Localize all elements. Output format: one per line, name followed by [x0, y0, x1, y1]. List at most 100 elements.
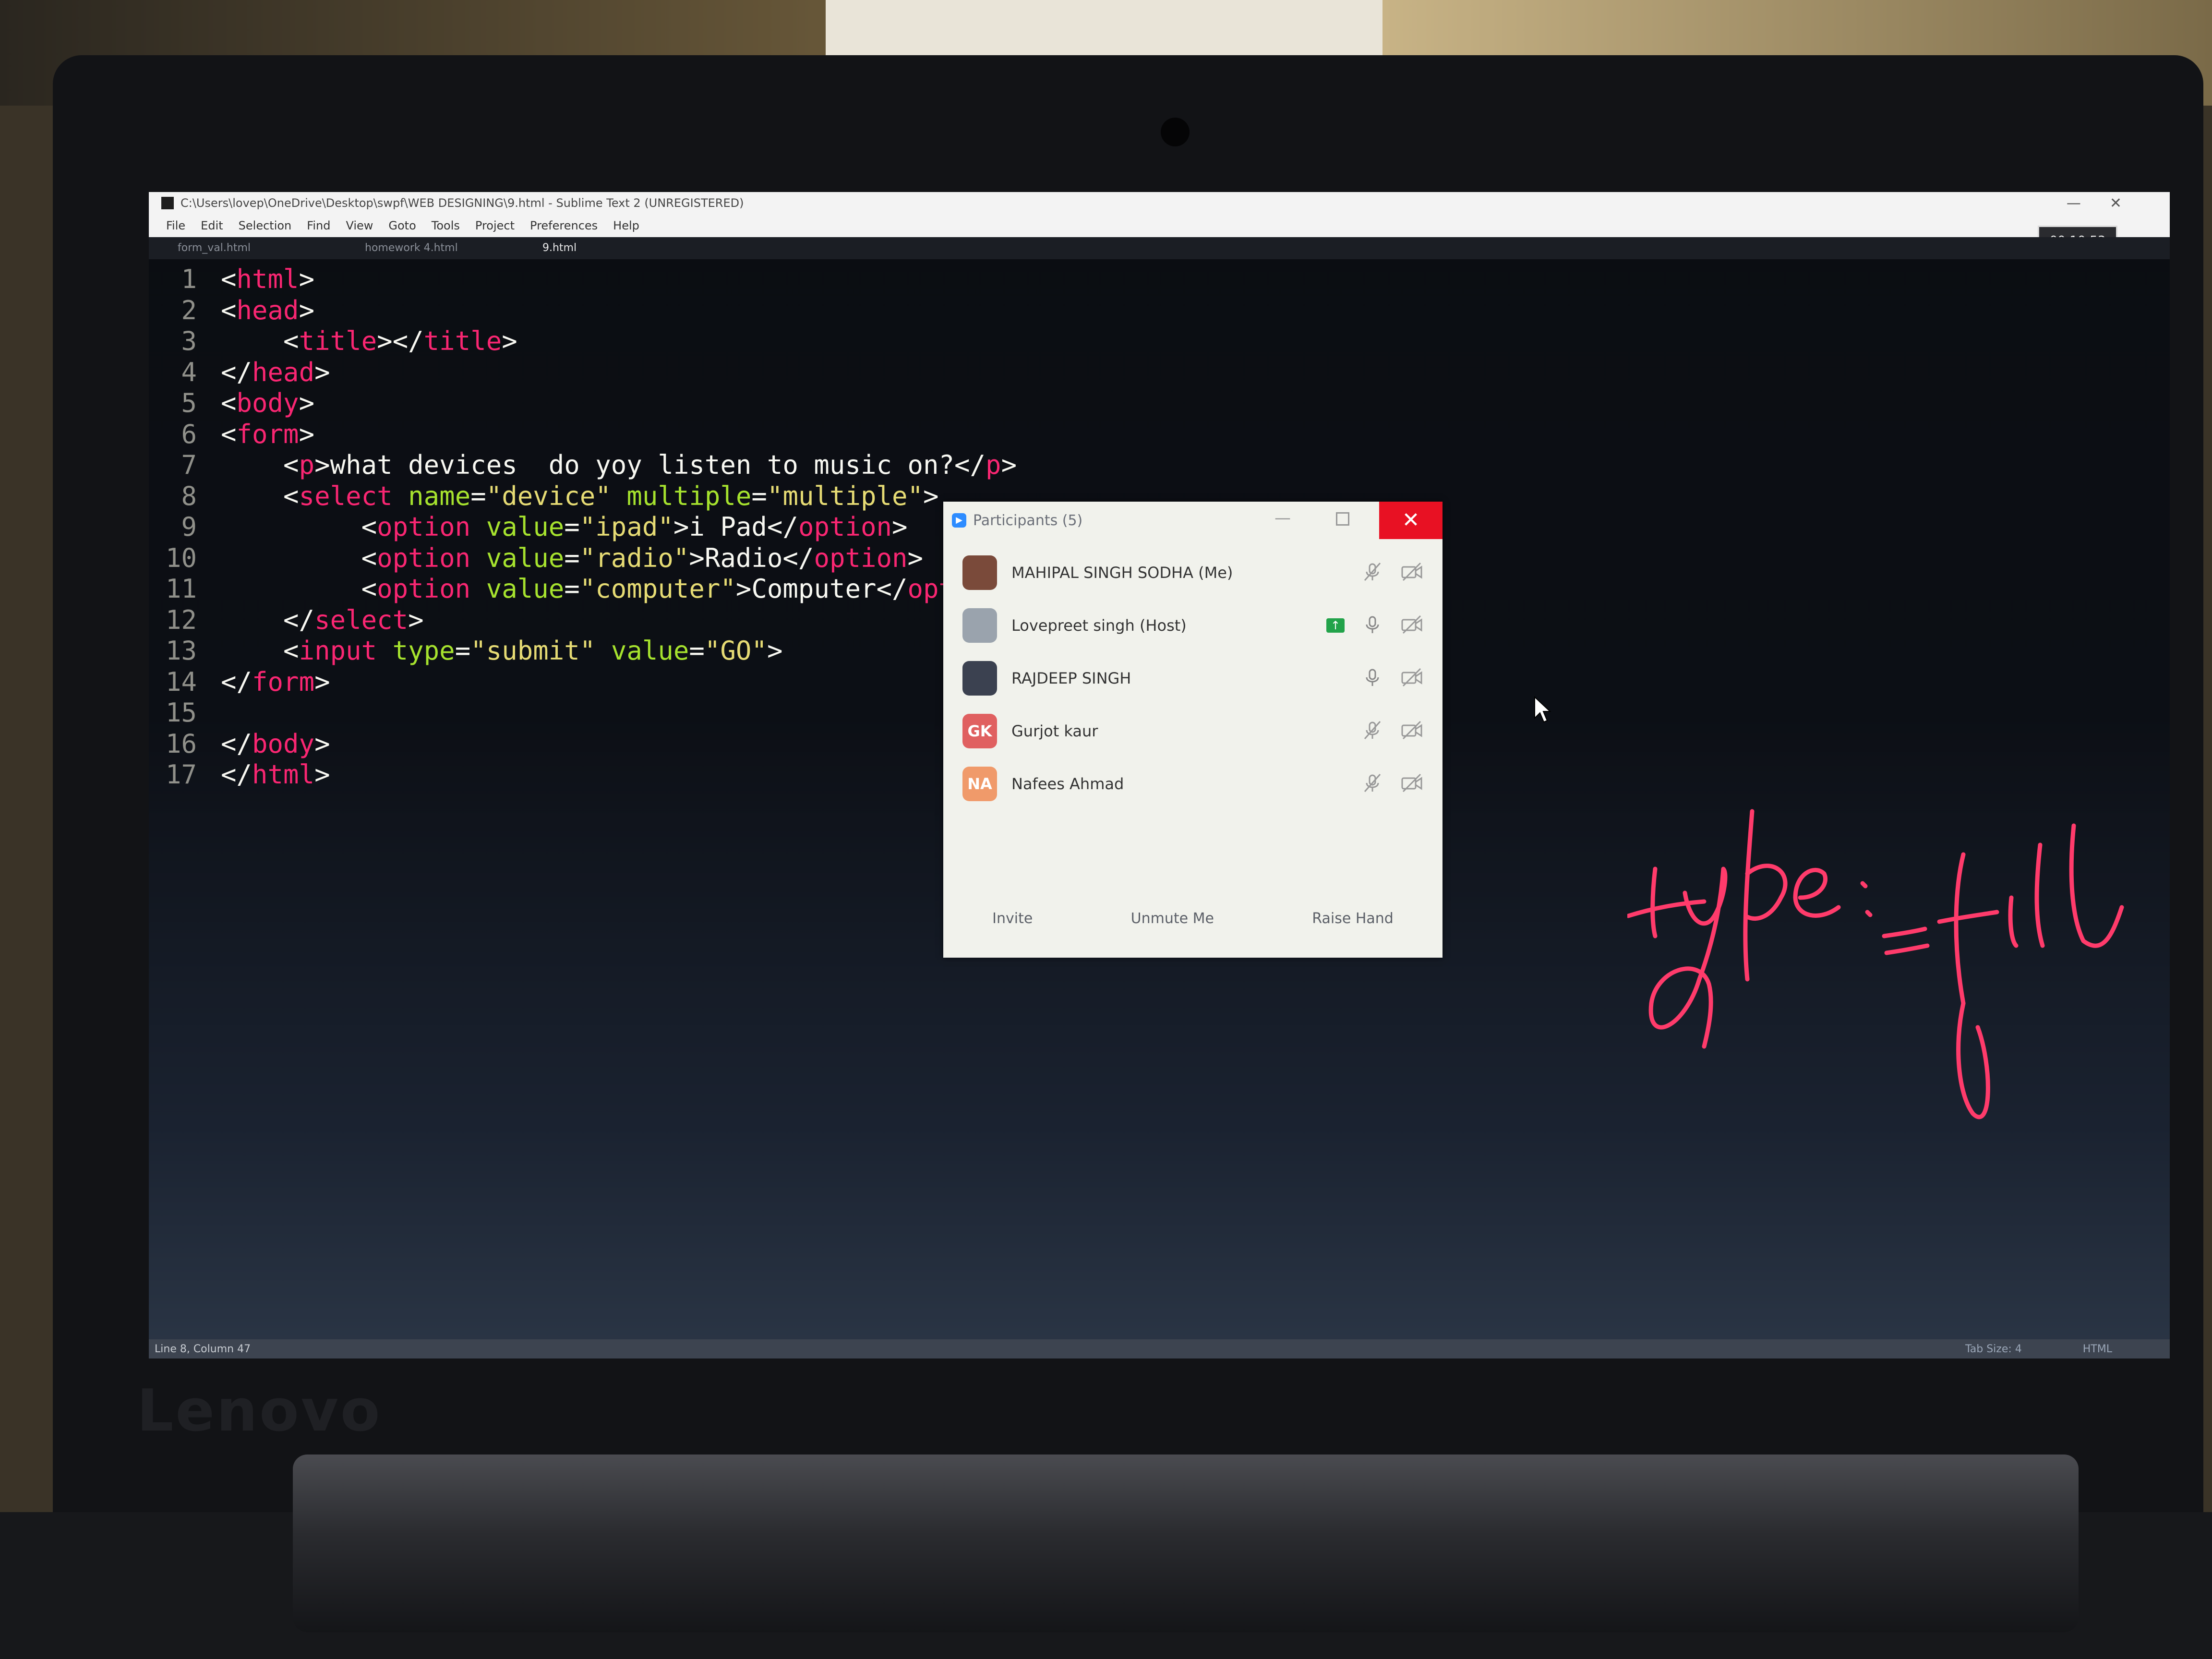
- code-token: >: [408, 604, 424, 635]
- code-line[interactable]: 13 <input type="submit" value="GO">: [149, 636, 1017, 667]
- code-token: option: [377, 574, 471, 604]
- menu-file[interactable]: File: [166, 219, 185, 232]
- code-line[interactable]: 1 <html>: [149, 264, 1017, 295]
- participant-row[interactable]: NA Nafees Ahmad: [962, 761, 1423, 807]
- menu-project[interactable]: Project: [475, 219, 515, 232]
- menu-help[interactable]: Help: [613, 219, 639, 232]
- menu-view[interactable]: View: [346, 219, 373, 232]
- code-token: >: [923, 481, 939, 511]
- code-line[interactable]: 2 <head>: [149, 295, 1017, 326]
- avatar: NA: [962, 767, 997, 801]
- video-off-icon: [1400, 561, 1423, 584]
- close-icon[interactable]: ✕: [1379, 502, 1443, 539]
- code-token: option: [798, 512, 892, 542]
- cursor-position: Line 8, Column 47: [155, 1343, 251, 1355]
- tab-9-html[interactable]: 9.html: [542, 242, 577, 254]
- close-window-icon[interactable]: ✕: [2110, 195, 2122, 212]
- participant-row[interactable]: RAJDEEP SINGH: [962, 655, 1423, 701]
- tab-form-val[interactable]: form_val.html: [178, 242, 251, 254]
- line-number: 5: [181, 388, 197, 418]
- code-line[interactable]: 16 </body>: [149, 729, 1017, 760]
- menu-bar: File Edit Selection Find View Goto Tools…: [149, 214, 2170, 237]
- code-token: </: [221, 728, 252, 759]
- laptop-screen: C:\Users\lovep\OneDrive\Desktop\swpf\WEB…: [149, 192, 2170, 1358]
- participant-row[interactable]: Lovepreet singh (Host) ↑: [962, 602, 1423, 649]
- code-token: form: [236, 419, 299, 449]
- code-token: >: [892, 512, 908, 542]
- code-line[interactable]: 6 <form>: [149, 419, 1017, 450]
- participant-row[interactable]: GK Gurjot kaur: [962, 708, 1423, 754]
- video-off-icon: [1400, 614, 1423, 637]
- code-line[interactable]: 7 <p>what devices do yoy listen to music…: [149, 450, 1017, 481]
- webcam-icon: [1161, 118, 1190, 146]
- code-token: <: [221, 295, 237, 325]
- maximize-icon[interactable]: [1336, 512, 1349, 526]
- menu-goto[interactable]: Goto: [388, 219, 416, 232]
- code-token: <: [221, 264, 237, 294]
- syntax-indicator[interactable]: HTML: [2083, 1343, 2112, 1355]
- mouse-cursor-icon: [1534, 696, 1551, 723]
- code-token: option: [814, 542, 908, 573]
- participants-title: Participants (5): [973, 512, 1083, 529]
- menu-find[interactable]: Find: [307, 219, 330, 232]
- participant-status-icons: [1361, 772, 1423, 795]
- code-token: </: [221, 357, 252, 387]
- participants-panel: ▶ Participants (5) — ✕ MAHIPAL SINGH SOD…: [943, 502, 1443, 958]
- code-line[interactable]: 17 </html>: [149, 759, 1017, 791]
- tab-homework-4[interactable]: homework 4.html: [365, 242, 458, 254]
- code-line[interactable]: 3 <title></title>: [149, 326, 1017, 357]
- menu-edit[interactable]: Edit: [201, 219, 223, 232]
- code-token: =: [689, 636, 705, 666]
- participant-row[interactable]: MAHIPAL SINGH SODHA (Me): [962, 550, 1423, 596]
- code-token: >: [299, 388, 315, 418]
- code-token: value: [486, 512, 565, 542]
- line-number: 13: [165, 636, 197, 666]
- avatar: [962, 608, 997, 643]
- participant-status-icons: ↑: [1326, 614, 1423, 637]
- invite-button[interactable]: Invite: [989, 910, 1035, 927]
- line-number: 12: [165, 604, 197, 635]
- code-token: type: [392, 636, 455, 666]
- menu-tools[interactable]: Tools: [432, 219, 460, 232]
- tab-size-indicator[interactable]: Tab Size: 4: [1965, 1343, 2022, 1355]
- line-number: 8: [181, 481, 197, 511]
- code-line[interactable]: 9 <option value="ipad">i Pad</option>: [149, 512, 1017, 543]
- code-token: "ipad": [579, 512, 673, 542]
- code-token: "computer": [579, 574, 736, 604]
- menu-preferences[interactable]: Preferences: [530, 219, 598, 232]
- code-token: >: [314, 759, 330, 790]
- minimize-icon[interactable]: —: [2067, 195, 2081, 212]
- menu-selection[interactable]: Selection: [239, 219, 292, 232]
- code-line[interactable]: 14 </form>: [149, 667, 1017, 698]
- avatar: [962, 555, 997, 590]
- code-token: >Radio</: [689, 542, 814, 573]
- code-token: >: [299, 419, 315, 449]
- minimize-icon[interactable]: —: [1274, 508, 1291, 528]
- raise-hand-button[interactable]: Raise Hand: [1309, 910, 1396, 927]
- code-token: </: [221, 666, 252, 697]
- code-line[interactable]: 12 </select>: [149, 605, 1017, 636]
- code-line[interactable]: 4 </head>: [149, 357, 1017, 388]
- code-token: html: [252, 759, 315, 790]
- code-token: option: [377, 512, 471, 542]
- code-line[interactable]: 11 <option value="computer">Computer</op…: [149, 574, 1017, 605]
- code-line[interactable]: 5 <body>: [149, 388, 1017, 419]
- code-token: =: [455, 636, 471, 666]
- line-number: 17: [165, 759, 197, 790]
- code-token: "submit": [470, 636, 596, 666]
- code-line[interactable]: 15: [149, 697, 1017, 729]
- code-token: =: [470, 481, 486, 511]
- line-number: 6: [181, 419, 197, 449]
- code-line[interactable]: 8 <select name="device" multiple="multip…: [149, 481, 1017, 512]
- unmute-me-button[interactable]: Unmute Me: [1128, 910, 1217, 927]
- participant-name: RAJDEEP SINGH: [1011, 669, 1131, 687]
- mic-muted-icon: [1361, 720, 1384, 743]
- line-number: 2: [181, 295, 197, 325]
- mic-muted-icon: [1361, 772, 1384, 795]
- code-editor[interactable]: 1 <html> 2 <head> 3 <title></title> 4 </head> 5…: [149, 264, 1017, 791]
- code-line[interactable]: 10 <option value="radio">Radio</option>: [149, 543, 1017, 574]
- editor-titlebar: C:\Users\lovep\OneDrive\Desktop\swpf\WEB…: [149, 192, 2170, 214]
